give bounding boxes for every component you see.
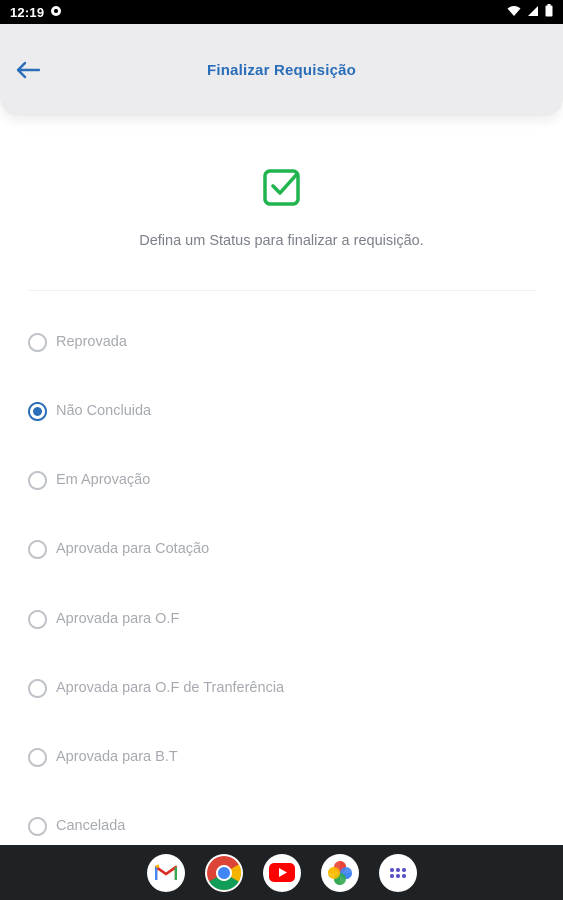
- app-bar: Finalizar Requisição: [0, 24, 563, 116]
- instruction-text: Defina um Status para finalizar a requis…: [139, 233, 424, 249]
- app-dock: [0, 845, 563, 900]
- page-title: Finalizar Requisição: [206, 61, 357, 79]
- status-option-label: Não Concluida: [56, 403, 152, 419]
- status-option-nao-concluida[interactable]: Não Concluida: [28, 391, 151, 431]
- checkbox-check-icon: [263, 168, 301, 206]
- app-drawer-icon[interactable]: [378, 853, 417, 892]
- back-arrow-icon[interactable]: [12, 54, 44, 86]
- radio-button[interactable]: [28, 539, 47, 559]
- status-option-label: Aprovada para B.T: [56, 749, 178, 765]
- radio-button-selected[interactable]: [28, 401, 47, 421]
- status-option-label: Aprovada para O.F de Tranferência: [56, 680, 285, 696]
- signal-icon: [527, 5, 539, 20]
- status-time: 12:19: [10, 4, 45, 20]
- status-option-label: Aprovada para O.F: [56, 611, 180, 627]
- radio-button[interactable]: [28, 470, 47, 490]
- radio-button[interactable]: [28, 816, 47, 836]
- radio-button[interactable]: [28, 678, 47, 698]
- battery-icon: [545, 4, 553, 20]
- status-bar: 12:19: [0, 0, 563, 24]
- youtube-icon[interactable]: [262, 853, 301, 892]
- status-option-label: Em Aprovação: [56, 472, 151, 488]
- status-option-aprovada-cotacao[interactable]: Aprovada para Cotação: [28, 529, 209, 569]
- status-option-label: Aprovada para Cotação: [56, 541, 210, 557]
- status-option-label: Cancelada: [56, 818, 126, 834]
- status-option-em-aprovacao[interactable]: Em Aprovação: [28, 460, 150, 500]
- status-option-cancelada[interactable]: Cancelada: [28, 806, 125, 846]
- status-option-aprovada-bt[interactable]: Aprovada para B.T: [28, 737, 178, 777]
- status-option-aprovada-of[interactable]: Aprovada para O.F: [28, 599, 179, 639]
- gmail-icon[interactable]: [146, 853, 185, 892]
- radio-button[interactable]: [28, 332, 47, 352]
- notification-icon: [50, 5, 62, 20]
- divider: [28, 290, 536, 291]
- chrome-icon[interactable]: [204, 853, 243, 892]
- wifi-icon: [507, 5, 521, 20]
- status-option-aprovada-of-transferencia[interactable]: Aprovada para O.F de Tranferência: [28, 668, 284, 708]
- radio-button[interactable]: [28, 609, 47, 629]
- photos-icon[interactable]: [320, 853, 359, 892]
- status-option-label: Reprovada: [56, 334, 127, 350]
- status-option-reprovada[interactable]: Reprovada: [28, 322, 127, 362]
- radio-button[interactable]: [28, 747, 47, 767]
